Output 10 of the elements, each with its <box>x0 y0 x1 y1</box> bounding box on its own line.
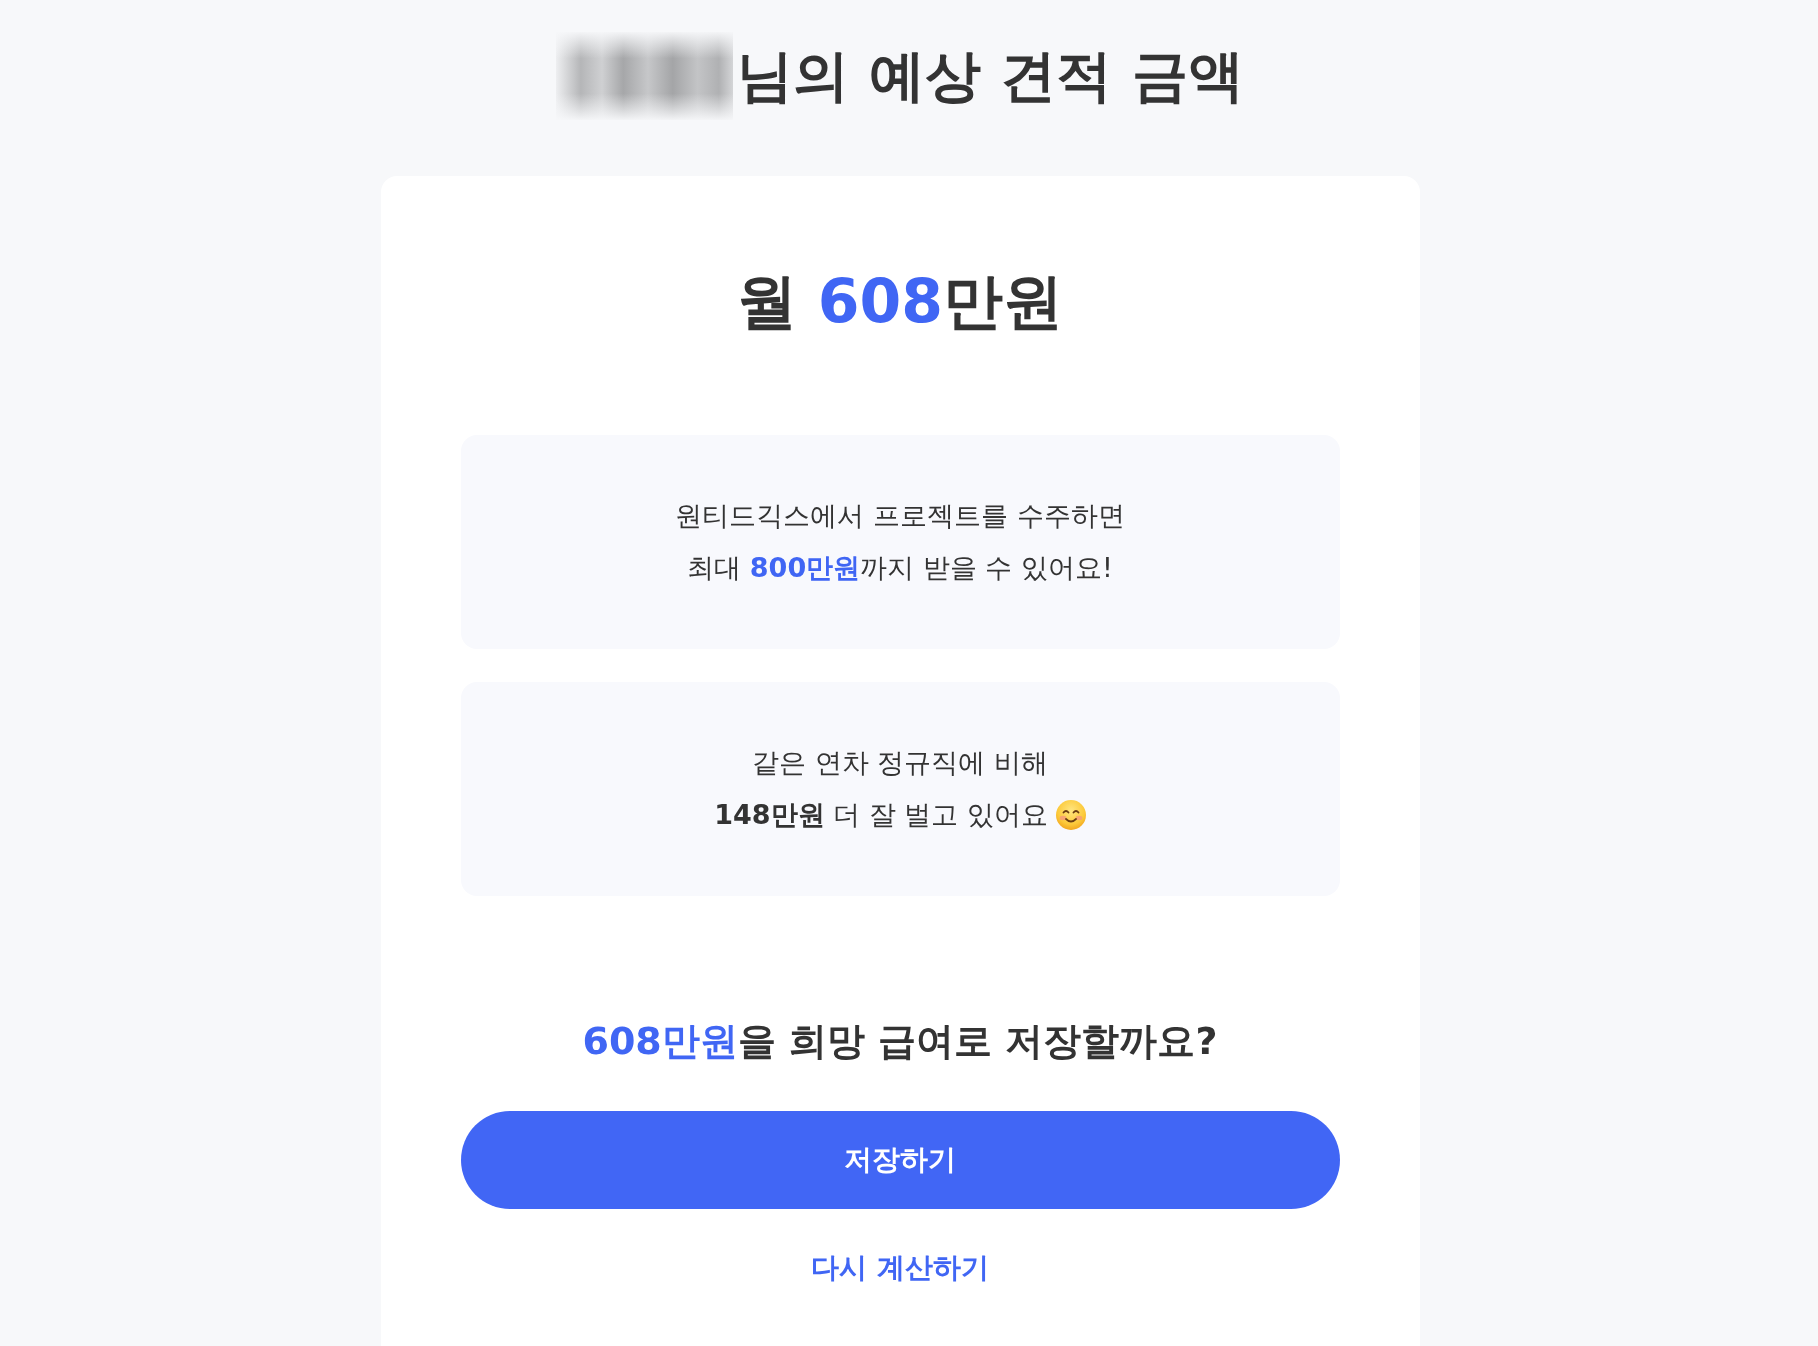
save-button[interactable]: 저장하기 <box>460 1111 1340 1209</box>
recalculate-link[interactable]: 다시 계산하기 <box>811 1248 989 1288</box>
info-text: 최대 800만원까지 받을 수 있어요! <box>687 551 1113 585</box>
info-text: 148만원 더 잘 벌고 있어요 <box>714 798 1048 832</box>
info-text: 원티드긱스에서 프로젝트를 수주하면 <box>675 499 1125 533</box>
save-question: 608만원을 희망 급여로 저장할까요? <box>582 1018 1218 1065</box>
estimate-amount: 월 608만원 <box>736 265 1064 338</box>
page-title: 님의 예상 견적 금액 <box>737 41 1244 110</box>
info-text: 같은 연차 정규직에 비해 <box>752 746 1048 780</box>
smiling-face-icon <box>1055 800 1086 830</box>
